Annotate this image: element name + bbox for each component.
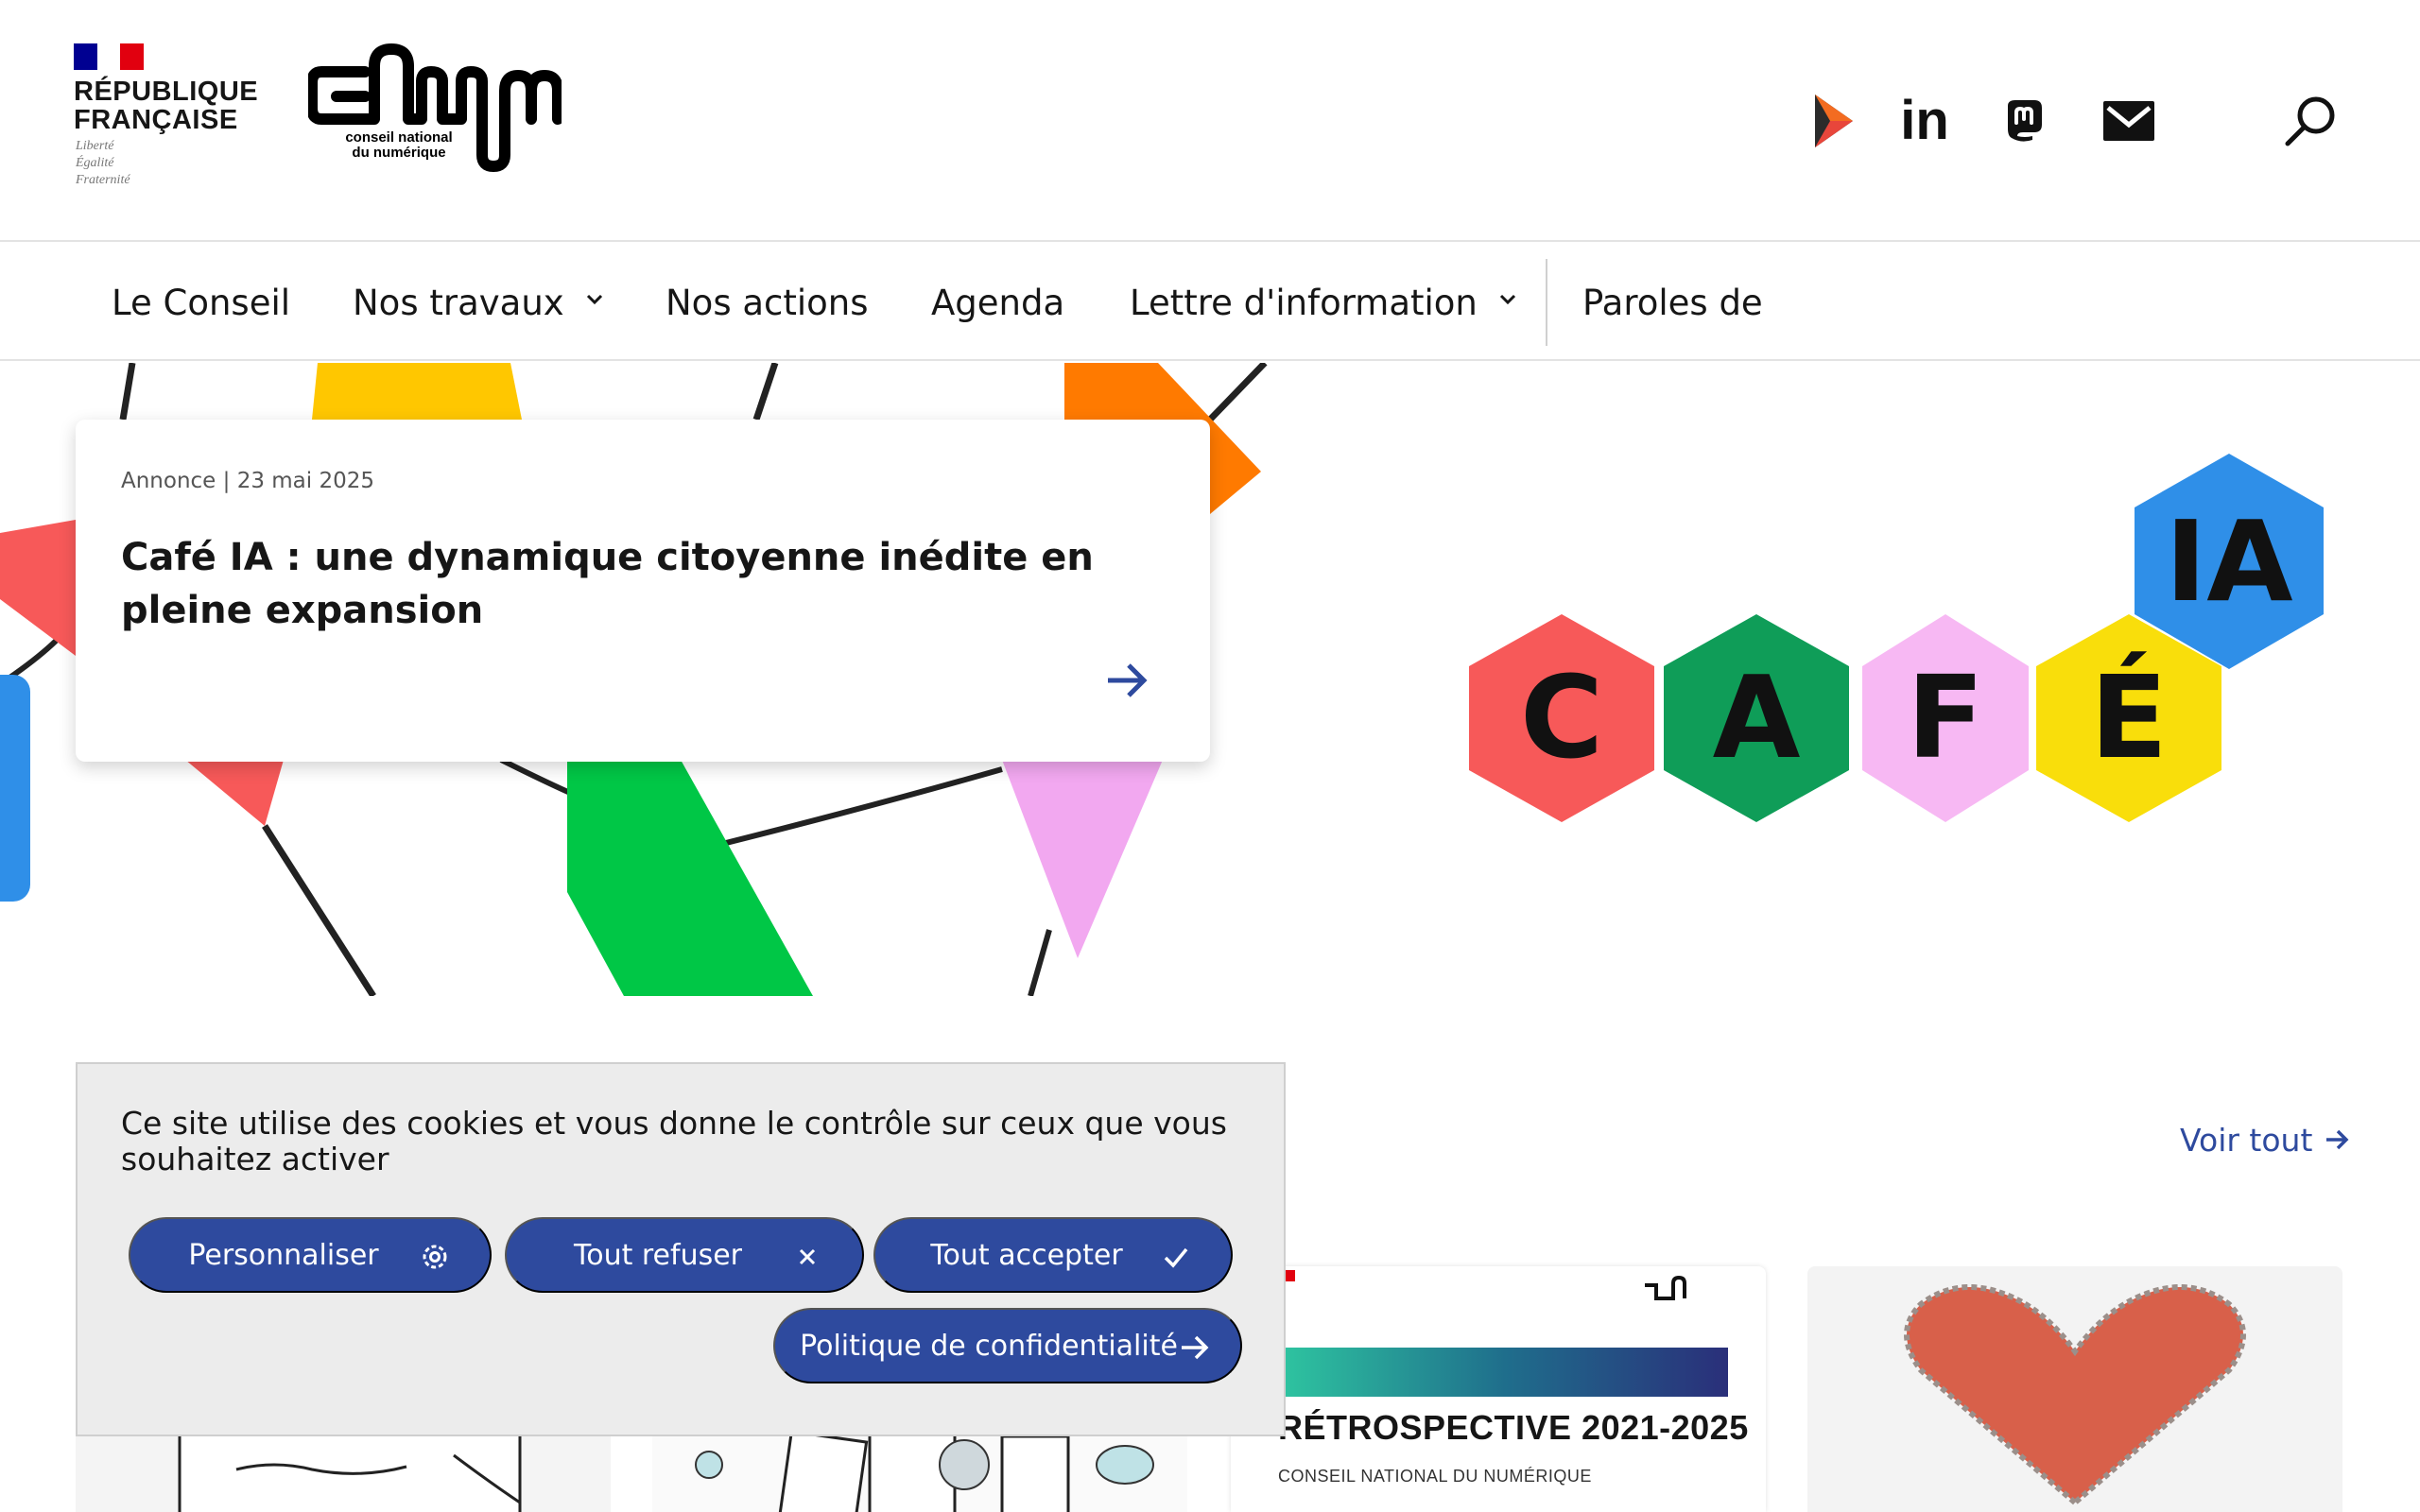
arrow-right-icon — [1178, 1331, 1212, 1365]
retrospective-title: RÉTROSPECTIVE 2021-2025 — [1278, 1408, 1749, 1447]
close-icon — [790, 1240, 824, 1274]
linkedin-icon[interactable]: in — [1894, 91, 1955, 151]
card-meta: Annonce | 23 mai 2025 — [121, 469, 375, 493]
heart-crowd-illustration — [1904, 1284, 2246, 1506]
nav-item-paroles-de[interactable]: Paroles de — [1582, 244, 1763, 361]
nav-item-nos-actions[interactable]: Nos actions — [666, 244, 869, 361]
article-thumbnail[interactable] — [1807, 1266, 2342, 1512]
cookie-banner: Ce site utilise des cookies et vous donn… — [76, 1062, 1286, 1436]
mail-icon[interactable] — [2099, 91, 2159, 151]
politique-confidentialite-button[interactable]: Politique de confidentialité — [773, 1308, 1242, 1383]
site-header: RÉPUBLIQUE FRANÇAISE Liberté Égalité Fra… — [0, 0, 2420, 242]
cafe-letters-ia: IA — [2165, 496, 2293, 627]
play-icon[interactable] — [1804, 91, 1864, 151]
tout-refuser-button[interactable]: Tout refuser — [505, 1217, 864, 1293]
cafe-letter-c: C — [1519, 652, 1604, 784]
nav-item-le-conseil[interactable]: Le Conseil — [112, 244, 290, 361]
search-icon[interactable] — [2280, 91, 2341, 151]
gear-icon — [418, 1240, 452, 1274]
nav-divider — [1546, 259, 1547, 346]
french-flag-icon — [74, 43, 145, 70]
republique-francaise-logo[interactable]: RÉPUBLIQUE FRANÇAISE Liberté Égalité Fra… — [74, 43, 263, 195]
main-nav: Le Conseil Nos travaux Nos actions Agend… — [0, 244, 2420, 361]
republique-motto: Liberté Égalité Fraternité — [76, 139, 130, 187]
nav-item-lettre-information[interactable]: Lettre d'information — [1130, 244, 1517, 361]
cnnum-logo[interactable]: conseil national du numérique — [306, 43, 563, 172]
chevron-down-icon — [1498, 288, 1517, 312]
arrow-right-icon[interactable] — [1102, 656, 1151, 705]
tout-accepter-button[interactable]: Tout accepter — [873, 1217, 1233, 1293]
retrospective-subtitle: CONSEIL NATIONAL DU NUMÉRIQUE — [1278, 1467, 1592, 1486]
personnaliser-button[interactable]: Personnaliser — [129, 1217, 492, 1293]
cnnum-subtitle: conseil national du numérique — [345, 129, 453, 161]
cookie-message: Ce site utilise des cookies et vous donn… — [121, 1105, 1227, 1177]
arrow-right-icon — [2326, 1129, 2349, 1150]
chevron-down-icon — [585, 288, 604, 312]
nav-item-agenda[interactable]: Agenda — [931, 244, 1064, 361]
check-icon — [1159, 1240, 1193, 1274]
nav-item-nos-travaux[interactable]: Nos travaux — [353, 244, 604, 361]
hero-card[interactable]: Annonce | 23 mai 2025 Café IA : une dyna… — [76, 420, 1210, 762]
voir-tout-link[interactable]: Voir tout — [2180, 1119, 2350, 1160]
cafe-letter-a: A — [1712, 652, 1801, 784]
cafe-letter-f: F — [1907, 652, 1984, 784]
mastodon-icon[interactable] — [1995, 91, 2055, 151]
republique-francaise-name: RÉPUBLIQUE FRANÇAISE — [74, 77, 259, 135]
card-title[interactable]: Café IA : une dynamique citoyenne inédit… — [121, 531, 1161, 637]
